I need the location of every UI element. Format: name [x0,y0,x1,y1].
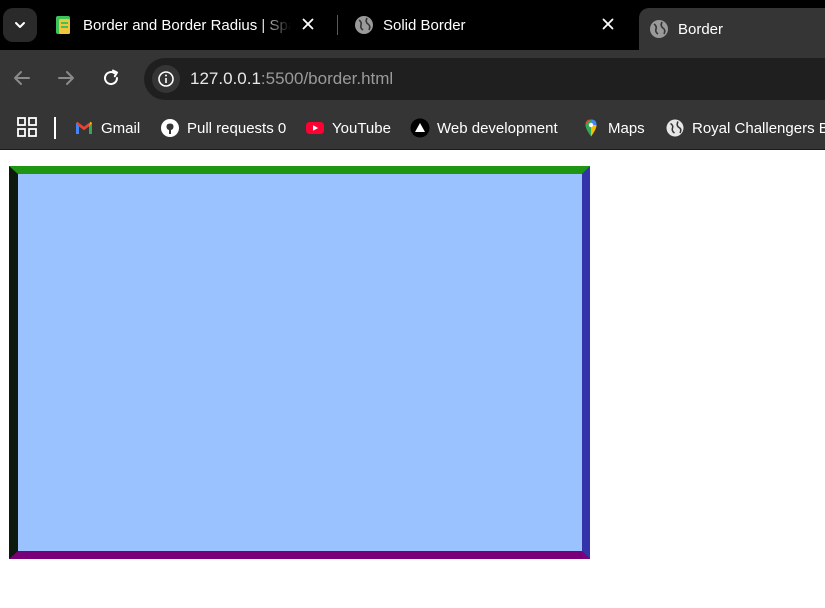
tab-solid-border[interactable]: Solid Border [344,0,634,50]
tab-title: Border [678,20,724,38]
bordered-box [9,166,590,559]
bookmark-label: Web development [437,119,558,137]
close-icon [302,18,314,30]
bookmarks-divider [54,117,56,139]
apps-grid-icon[interactable] [16,116,38,138]
reload-icon [104,69,119,86]
globe-icon [650,20,668,38]
close-icon [602,18,614,30]
browser-toolbar: 127.0.0.1:5500/border.html [0,50,825,106]
url-path: :5500/border.html [260,69,394,88]
tab-title: Border and Border Radius | Spa [83,16,291,34]
reload-button[interactable] [99,66,123,90]
youtube-icon [306,122,324,134]
forward-button[interactable] [54,66,78,90]
gmail-icon [76,121,92,134]
page-viewport [0,151,825,608]
tab-divider [337,15,338,35]
triangle-logo-icon [410,118,430,138]
tab-border-active[interactable]: Border [639,8,825,50]
close-tab-button[interactable] [298,14,318,34]
arrow-left-icon [14,71,30,85]
bookmark-pull-requests[interactable]: Pull requests 0 [160,113,286,143]
bookmark-youtube[interactable]: YouTube [305,113,391,143]
address-bar[interactable]: 127.0.0.1:5500/border.html [144,58,825,100]
bookmark-label: Pull requests 0 [187,119,287,137]
bookmark-web-development[interactable]: Web development [410,113,558,143]
tab-border-radius[interactable]: Border and Border Radius | Spa [44,0,334,50]
arrow-right-icon [58,71,74,85]
info-icon [158,71,174,87]
bookmark-royal-challengers[interactable]: Royal Challengers B... [665,113,825,143]
site-info-button[interactable] [152,65,180,93]
globe-icon [666,119,684,137]
back-button[interactable] [10,66,34,90]
maps-pin-icon [585,119,597,137]
course-site-icon [56,16,70,34]
bookmark-label: YouTube [332,119,391,137]
chevron-down-icon [15,22,25,28]
bookmark-label: Royal Challengers B... [692,119,825,137]
bookmark-label: Maps [608,119,645,137]
bookmark-maps[interactable]: Maps [581,113,645,143]
url-host: 127.0.0.1 [190,69,261,88]
bookmark-gmail[interactable]: Gmail [74,113,140,143]
close-tab-button[interactable] [598,14,618,34]
globe-icon [355,16,373,34]
tab-search-button[interactable] [3,8,37,42]
bookmarks-bar: Gmail Pull requests 0 YouTube Web develo… [0,106,825,150]
bookmark-label: Gmail [101,119,141,137]
github-icon [161,119,179,137]
url-text[interactable]: 127.0.0.1:5500/border.html [190,69,393,89]
tab-title: Solid Border [383,16,466,34]
tab-strip: Border and Border Radius | Spa Solid Bor… [0,0,825,50]
